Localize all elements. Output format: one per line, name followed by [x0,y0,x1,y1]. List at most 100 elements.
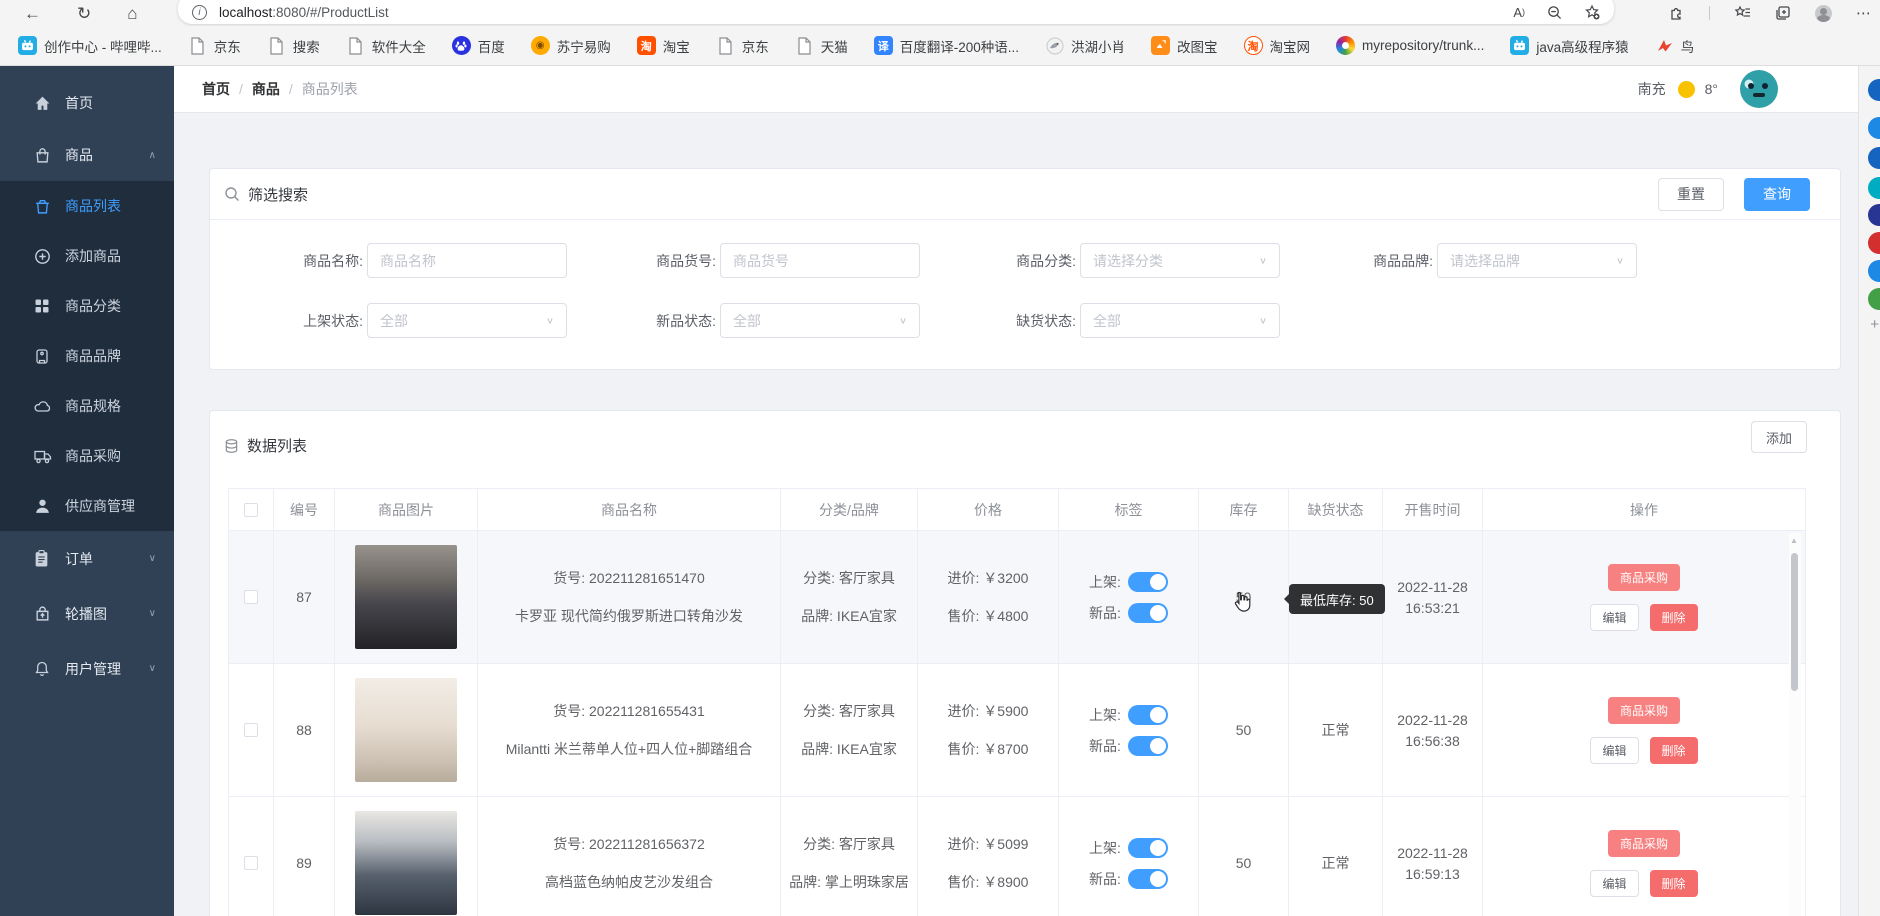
sidebar-item-商品[interactable]: 商品∧ [0,129,174,181]
profile-avatar-icon[interactable] [1815,5,1832,22]
collections-icon[interactable] [1775,5,1791,21]
stock-value[interactable]: 50 [1199,797,1289,916]
bookmark-item[interactable]: 淘淘宝 [637,36,690,56]
bilibili-icon [1510,36,1529,55]
edge-sidebar-app-icon[interactable] [1868,288,1880,310]
edge-sidebar-app-icon[interactable] [1868,177,1880,199]
breadcrumb-home[interactable]: 首页 [202,79,230,99]
extensions-icon[interactable] [1669,5,1685,21]
edge-sidebar-add-icon[interactable]: + [1870,316,1879,333]
site-info-icon[interactable]: i [192,5,207,20]
home-icon[interactable]: ⌂ [127,5,137,22]
address-bar[interactable]: i localhost:8080/#/ProductList A) [178,0,1614,24]
sidebar-item-用户管理[interactable]: 用户管理∨ [0,641,174,696]
edge-sidebar-app-icon[interactable] [1868,79,1880,101]
purchase-button[interactable]: 商品采购 [1608,697,1680,724]
bookmark-item[interactable]: 京东 [188,36,241,56]
column-header: 标签 [1059,489,1199,531]
bookmark-item[interactable]: 译百度翻译-200种语... [874,36,1019,56]
bookmark-item[interactable]: 搜索 [267,36,320,56]
sidebar-item-供应商管理[interactable]: 供应商管理 [0,481,174,531]
row-checkbox[interactable] [244,590,258,604]
favorites-icon[interactable] [1734,5,1751,21]
edge-sidebar-app-icon[interactable] [1868,117,1880,139]
row-checkbox[interactable] [244,856,258,870]
bookmark-item[interactable]: 淘淘宝网 [1244,36,1311,56]
scroll-up-arrow[interactable]: ▲ [1790,536,1798,545]
on-shelf-toggle[interactable] [1128,572,1168,592]
back-icon[interactable]: ← [24,5,41,22]
sidebar-item-商品品牌[interactable]: 商品品牌 [0,331,174,381]
bookmark-item[interactable]: java高级程序猿 [1510,36,1628,56]
select-all-checkbox[interactable] [244,503,258,517]
sidebar-item-商品分类[interactable]: 商品分类 [0,281,174,331]
bookmark-item[interactable]: 百度 [452,36,505,56]
edit-button[interactable]: 编辑 [1590,604,1638,631]
table-scrollbar[interactable]: ▲ [1789,533,1801,916]
query-button[interactable]: 查询 [1744,178,1810,211]
breadcrumb-product[interactable]: 商品 [252,79,280,99]
column-header: 编号 [274,489,335,531]
new-product-toggle[interactable] [1128,736,1168,756]
shelf-status-select[interactable]: 全部∨ [367,303,567,338]
add-favorite-icon[interactable] [1584,4,1600,20]
on-shelf-toggle[interactable] [1128,705,1168,725]
scrollbar-thumb[interactable] [1791,553,1798,691]
edit-button[interactable]: 编辑 [1590,737,1638,764]
product-sku-input[interactable] [720,243,920,278]
browser-toolbar: ← ↻ ⌂ i localhost:8080/#/ProductList A) … [0,0,1880,26]
new-status-select[interactable]: 全部∨ [720,303,920,338]
purchase-button[interactable]: 商品采购 [1608,564,1680,591]
row-checkbox[interactable] [244,723,258,737]
zoom-out-icon[interactable] [1547,5,1562,20]
user-avatar[interactable] [1740,70,1778,108]
app-header: 首页 / 商品 / 商品列表 南充 8° [174,66,1858,113]
sidebar-item-商品采购[interactable]: 商品采购 [0,431,174,481]
bookmark-item[interactable]: 创作中心 - 哔哩哔... [18,36,162,56]
stock-value[interactable]: 50 [1199,664,1289,797]
bookmark-item[interactable]: 京东 [716,36,769,56]
product-brand: 品牌: 掌上明珠家居 [789,872,909,892]
refresh-icon[interactable]: ↻ [77,5,91,22]
product-category: 分类: 客厅家具 [803,568,895,588]
swirl-icon [1336,36,1355,55]
new-product-toggle[interactable] [1128,603,1168,623]
edge-sidebar-app-icon[interactable] [1868,204,1880,226]
on-shelf-toggle[interactable] [1128,838,1168,858]
read-aloud-icon[interactable]: A) [1513,5,1525,20]
sidebar-item-轮播图[interactable]: 轮播图∨ [0,586,174,641]
edge-sidebar-app-icon[interactable] [1868,147,1880,169]
bookmark-item[interactable]: 改图宝 [1151,36,1218,56]
edge-sidebar-app-icon[interactable] [1868,260,1880,282]
add-button[interactable]: 添加 [1751,421,1807,453]
bookmark-item[interactable]: 天猫 [795,36,848,56]
product-name-input[interactable] [367,243,567,278]
bookmark-item[interactable]: 鸟 [1655,36,1695,56]
clipboard-icon [34,550,52,567]
delete-button[interactable]: 删除 [1650,737,1698,764]
toolbar-divider [1709,6,1710,20]
sidebar-item-商品规格[interactable]: 商品规格 [0,381,174,431]
product-brand-select[interactable]: 请选择品牌∨ [1437,243,1637,278]
bookmark-item[interactable]: 洪湖小肖 [1045,36,1125,56]
delete-button[interactable]: 删除 [1650,870,1698,897]
reset-button[interactable]: 重置 [1658,178,1724,211]
sidebar-item-商品列表[interactable]: 商品列表 [0,181,174,231]
oos-status-select[interactable]: 全部∨ [1080,303,1280,338]
search-icon [224,186,240,202]
bookmark-item[interactable]: ◉苏宁易购 [531,36,611,56]
more-menu-icon[interactable]: ⋯ [1856,4,1872,22]
product-category-select[interactable]: 请选择分类∨ [1080,243,1280,278]
edit-button[interactable]: 编辑 [1590,870,1638,897]
sidebar-item-添加商品[interactable]: 添加商品 [0,231,174,281]
delete-button[interactable]: 删除 [1650,604,1698,631]
sidebar-item-订单[interactable]: 订单∨ [0,531,174,586]
bookmark-item[interactable]: myrepository/trunk... [1336,36,1484,55]
page-icon [188,36,207,55]
new-product-toggle[interactable] [1128,869,1168,889]
edge-sidebar-app-icon[interactable] [1868,232,1880,254]
sidebar-item-首页[interactable]: 首页 [0,77,174,129]
sale-price: 售价: ￥8700 [948,739,1029,759]
purchase-button[interactable]: 商品采购 [1608,830,1680,857]
bookmark-item[interactable]: 软件大全 [346,36,426,56]
